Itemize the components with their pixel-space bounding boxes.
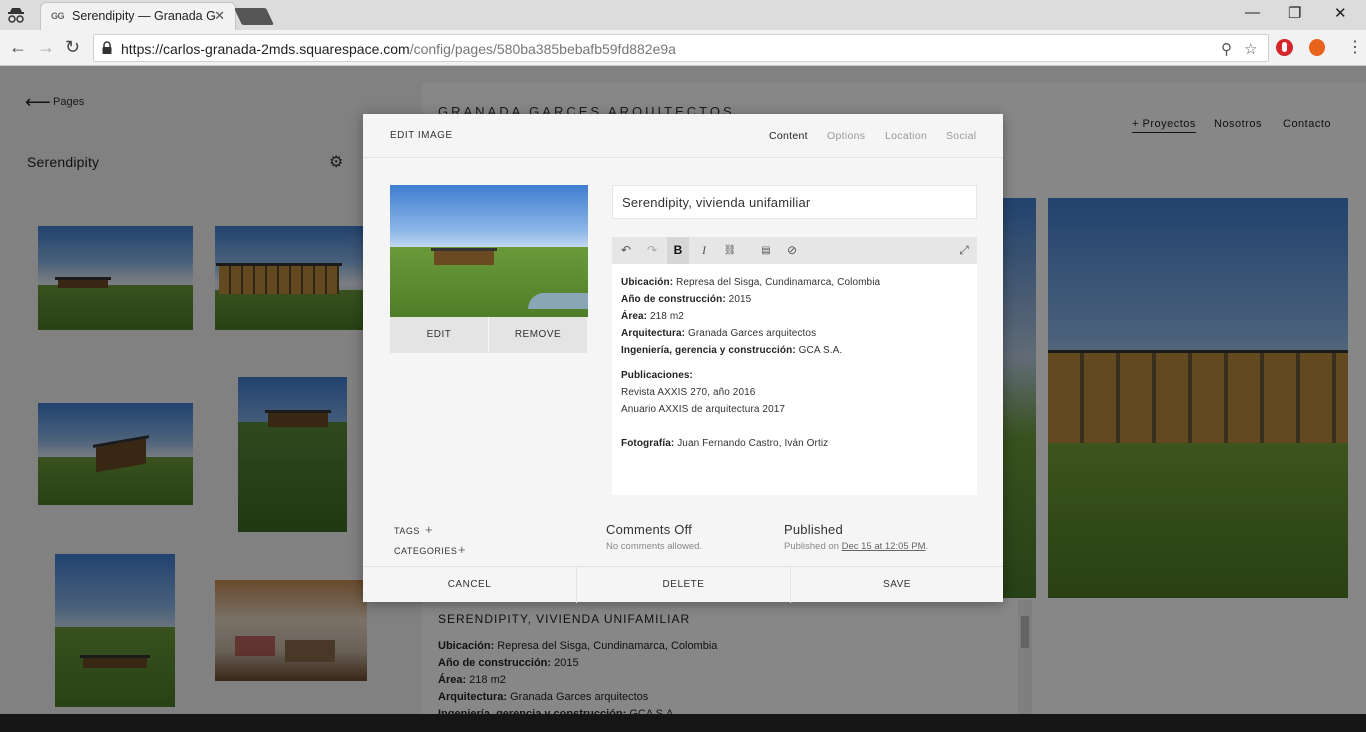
- remove-image-button[interactable]: REMOVE: [489, 317, 587, 353]
- add-category-icon[interactable]: +: [458, 542, 466, 557]
- tab-favicon: GG: [51, 11, 65, 21]
- address-bar[interactable]: https://carlos-granada-2mds.squarespace.…: [93, 34, 1269, 62]
- editor-line: Anuario AXXIS de arquitectura 2017: [621, 404, 786, 415]
- browser-toolbar: ← → ↻ https://carlos-granada-2mds.square…: [0, 30, 1366, 66]
- extension-fire-icon[interactable]: [1309, 39, 1325, 56]
- categories-label: CATEGORIES: [394, 546, 458, 556]
- tab-title: Serendipity — Granada G: [72, 9, 216, 23]
- extension-opera-icon[interactable]: [1276, 39, 1293, 56]
- back-icon[interactable]: ←: [9, 37, 27, 58]
- link-icon[interactable]: ⛓: [719, 242, 741, 259]
- paste-icon[interactable]: ▤: [755, 242, 777, 259]
- maximize-button[interactable]: ❐: [1288, 4, 1301, 22]
- forward-icon[interactable]: →: [37, 37, 55, 58]
- dialog-title: EDIT IMAGE: [390, 130, 453, 141]
- italic-button[interactable]: I: [693, 242, 715, 259]
- window-close-button[interactable]: ✕: [1334, 4, 1347, 22]
- editor-line: Área: 218 m2: [621, 311, 684, 322]
- editor-line: Revista AXXIS 270, año 2016: [621, 387, 756, 398]
- image-preview: [390, 185, 588, 317]
- add-tag-icon[interactable]: +: [425, 522, 433, 537]
- dialog-header: EDIT IMAGE Content Options Location Soci…: [363, 114, 1003, 158]
- tags-label: TAGS: [394, 526, 420, 536]
- clear-format-icon[interactable]: ⊘: [781, 242, 803, 259]
- tab-content[interactable]: Content: [769, 130, 808, 142]
- url-text: https://carlos-granada-2mds.squarespace.…: [121, 41, 676, 57]
- publish-substatus: Published on Dec 15 at 12:05 PM.: [784, 541, 929, 552]
- edit-image-button[interactable]: EDIT: [390, 317, 488, 353]
- editor-toolbar: ↶ ↷ B I ⛓ ▤ ⊘ ⤢: [612, 237, 977, 264]
- editor-line: Publicaciones:: [621, 370, 693, 381]
- browser-tab[interactable]: GG Serendipity — Granada G ✕: [40, 2, 236, 30]
- publish-status[interactable]: Published: [784, 522, 843, 537]
- cancel-button[interactable]: CANCEL: [363, 567, 576, 603]
- description-editor[interactable]: Ubicación: Represa del Sisga, Cundinamar…: [612, 264, 977, 495]
- bold-button[interactable]: B: [667, 237, 689, 264]
- comments-status[interactable]: Comments Off: [606, 522, 692, 537]
- editor-line: Ingeniería, gerencia y construcción: GCA…: [621, 345, 843, 356]
- dialog-footer: CANCEL DELETE SAVE: [363, 566, 1003, 603]
- star-icon[interactable]: ☆: [1244, 40, 1257, 58]
- delete-button[interactable]: DELETE: [577, 567, 790, 603]
- image-title-input[interactable]: Serendipity, vivienda unifamiliar: [612, 185, 977, 219]
- reload-icon[interactable]: ↻: [65, 37, 80, 58]
- new-tab-button[interactable]: [234, 8, 274, 25]
- editor-line: Ubicación: Represa del Sisga, Cundinamar…: [621, 277, 881, 288]
- browser-titlebar: GG Serendipity — Granada G ✕ — ❐ ✕: [0, 0, 1366, 30]
- editor-line: Arquitectura: Granada Garces arquitectos: [621, 328, 817, 339]
- comments-substatus: No comments allowed.: [606, 541, 703, 552]
- minimize-button[interactable]: —: [1245, 4, 1260, 21]
- tab-social[interactable]: Social: [946, 130, 976, 142]
- lock-icon: [102, 41, 112, 54]
- tab-options[interactable]: Options: [827, 130, 865, 142]
- editor-line: Año de construcción: 2015: [621, 294, 752, 305]
- publish-date-link[interactable]: Dec 15 at 12:05 PM: [842, 541, 926, 552]
- expand-icon[interactable]: ⤢: [953, 242, 975, 259]
- tab-close-icon[interactable]: ✕: [214, 8, 225, 24]
- edit-image-dialog: EDIT IMAGE Content Options Location Soci…: [363, 114, 1003, 603]
- save-button[interactable]: SAVE: [791, 567, 1003, 603]
- tab-location[interactable]: Location: [885, 130, 927, 142]
- zoom-icon[interactable]: ⚲: [1221, 40, 1232, 58]
- redo-icon[interactable]: ↷: [641, 242, 663, 259]
- editor-line: Fotografía: Juan Fernando Castro, Iván O…: [621, 438, 829, 449]
- incognito-icon: [8, 8, 24, 23]
- menu-icon[interactable]: ⋮: [1347, 37, 1363, 57]
- undo-icon[interactable]: ↶: [615, 242, 637, 259]
